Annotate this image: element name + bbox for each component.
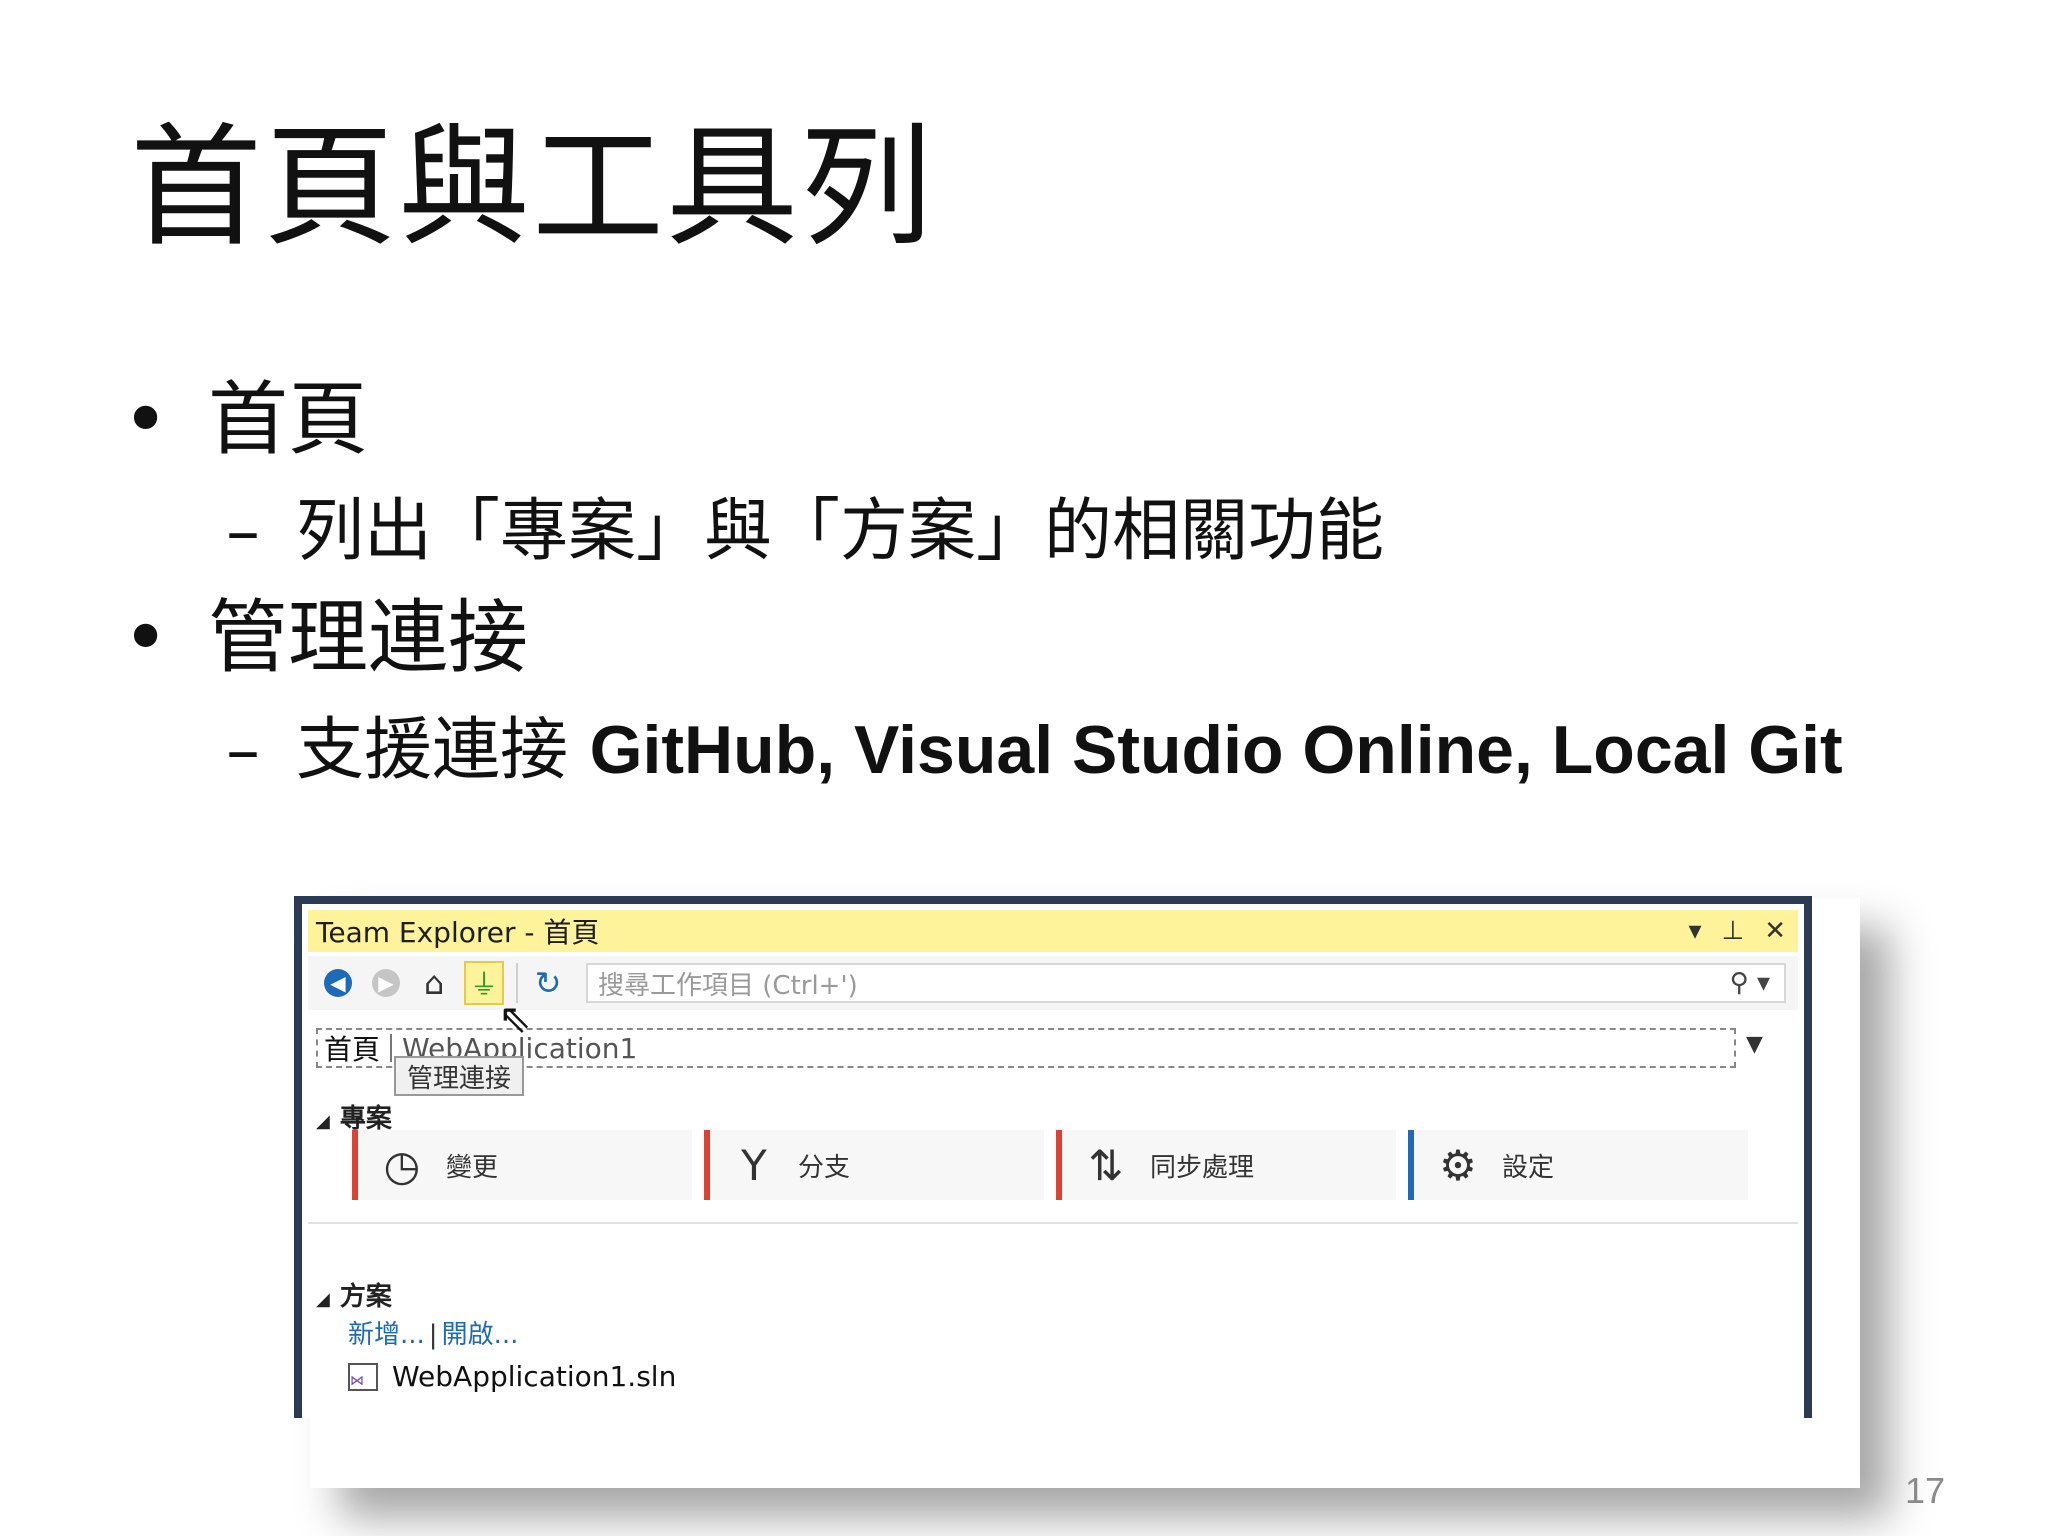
search-icon[interactable]: ⚲ ▾ <box>1730 968 1784 998</box>
collapse-triangle-icon[interactable]: ◢ <box>316 1289 330 1310</box>
open-solution-link[interactable]: 開啟... <box>442 1320 519 1350</box>
bullet-dot: • <box>122 373 170 466</box>
back-arrow-icon[interactable]: ◀ <box>324 969 352 997</box>
collapse-triangle-icon[interactable]: ◢ <box>316 1111 330 1132</box>
sub-bullet-text: 列出「專案」與「方案」的相關功能 <box>296 492 1385 571</box>
solution-section-header[interactable]: ◢ 方案 <box>316 1276 392 1313</box>
mouse-cursor-icon: ⇖ <box>498 996 532 1042</box>
refresh-icon[interactable]: ↻ <box>528 963 568 1003</box>
sub-bullet-connections: – 支援連接 GitHub, Visual Studio Online, Loca… <box>226 710 1843 791</box>
nav-home[interactable]: 首頁 <box>318 1028 380 1068</box>
close-icon[interactable]: ✕ <box>1764 916 1786 946</box>
gear-icon: ⚙ <box>1439 1140 1477 1190</box>
home-icon[interactable]: ⌂ <box>414 963 454 1003</box>
sub-bullet-bold: GitHub, Visual Studio Online, Local Git <box>589 712 1843 788</box>
sub-dash: – <box>226 492 260 571</box>
team-explorer-titlebar: Team Explorer - 首頁 ▾ ⊥ ✕ <box>308 910 1798 952</box>
tile-label: 分支 <box>798 1152 851 1183</box>
team-explorer-title: Team Explorer - 首頁 <box>316 916 600 949</box>
solution-section-title: 方案 <box>339 1282 392 1312</box>
search-input[interactable]: 搜尋工作項目 (Ctrl+') ⚲ ▾ <box>586 963 1786 1003</box>
bullet-text: 管理連接 <box>208 591 528 684</box>
tile-label: 變更 <box>446 1152 499 1183</box>
tile-changes[interactable]: ◷ 變更 <box>352 1130 692 1200</box>
new-solution-link[interactable]: 新增... <box>348 1320 425 1350</box>
sync-icon: ⇅ <box>1088 1140 1124 1190</box>
tile-branches[interactable]: Y 分支 <box>704 1130 1044 1200</box>
dropdown-icon[interactable]: ▾ <box>1688 916 1701 946</box>
bullet-text: 首頁 <box>208 373 368 466</box>
tile-settings[interactable]: ⚙ 設定 <box>1408 1130 1748 1200</box>
search-placeholder: 搜尋工作項目 (Ctrl+') <box>598 970 858 1001</box>
forward-arrow-icon[interactable]: ▶ <box>372 969 400 997</box>
sub-bullet-home: – 列出「專案」與「方案」的相關功能 <box>226 492 1384 572</box>
solution-file-item[interactable]: ⋈ WebApplication1.sln <box>348 1360 676 1393</box>
tile-bar <box>704 1130 710 1200</box>
sub-bullet-prefix: 支援連接 <box>296 711 590 790</box>
tile-label: 同步處理 <box>1150 1152 1255 1183</box>
tile-bar <box>1056 1130 1062 1200</box>
section-divider <box>308 1222 1798 1224</box>
sub-dash: – <box>226 711 260 790</box>
solution-links: 新增... | 開啟... <box>348 1314 518 1351</box>
solution-file-name: WebApplication1.sln <box>392 1360 677 1393</box>
clock-icon: ◷ <box>383 1140 421 1190</box>
tile-sync[interactable]: ⇅ 同步處理 <box>1056 1130 1396 1200</box>
bullet-dot: • <box>122 591 170 684</box>
solution-file-icon: ⋈ <box>348 1362 378 1391</box>
link-separator: | <box>428 1320 438 1350</box>
tooltip-manage-connections: 管理連接 <box>394 1056 524 1096</box>
branch-icon: Y <box>741 1140 767 1190</box>
tile-bar <box>1408 1130 1414 1200</box>
team-explorer-panel: Team Explorer - 首頁 ▾ ⊥ ✕ ◀ ▶ ⌂ ⏚ ↻ 搜尋工作項… <box>294 896 1812 1418</box>
pin-icon[interactable]: ⊥ <box>1722 916 1745 946</box>
nav-dropdown-icon[interactable]: ▼ <box>1746 1032 1763 1057</box>
tile-label: 設定 <box>1502 1152 1555 1183</box>
title-icons: ▾ ⊥ ✕ <box>1688 916 1798 946</box>
slide-title: 首頁與工具列 <box>130 111 934 265</box>
nav-divider <box>390 1034 393 1062</box>
tile-bar <box>352 1130 358 1200</box>
page-number: 17 <box>1905 1470 1946 1511</box>
